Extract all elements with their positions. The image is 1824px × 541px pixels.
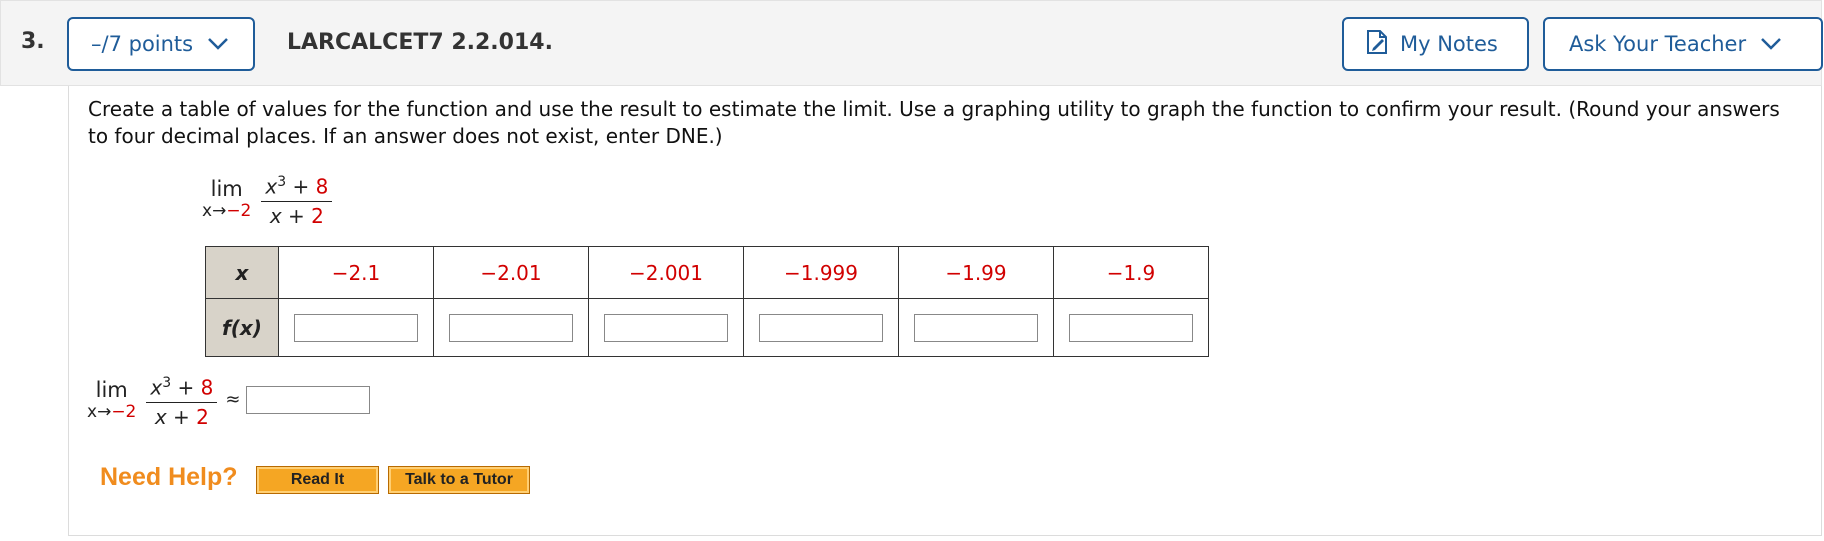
fx-header: f(x): [205, 298, 279, 357]
approx-symbol: ≈: [225, 389, 241, 411]
notes-icon: [1366, 29, 1388, 60]
fx-cell: [743, 298, 899, 357]
numerator: x3 + 8: [261, 170, 333, 202]
fx-cell: [278, 298, 434, 357]
fx-answer-input[interactable]: [449, 313, 573, 342]
lim-word: lim: [95, 377, 128, 402]
read-it-button[interactable]: Read It: [256, 466, 379, 494]
x-value: −2.1: [278, 246, 434, 299]
limit-answer-expression: lim x→−2 x3 + 8 x + 2 ≈: [87, 371, 371, 429]
x-value: −1.99: [898, 246, 1054, 299]
question-header: 3. –/7 points LARCALCET7 2.2.014. My Not…: [0, 0, 1823, 86]
limit-expression: lim x→−2 x3 + 8 x + 2: [202, 170, 333, 228]
numerator: x3 + 8: [146, 371, 218, 403]
x-row: x −2.1 −2.01 −2.001 −1.999 −1.99 −1.9: [205, 246, 1209, 299]
fx-cell: [433, 298, 589, 357]
ask-teacher-label: Ask Your Teacher: [1569, 32, 1747, 56]
fraction: x3 + 8 x + 2: [261, 170, 333, 228]
need-help-label: Need Help?: [100, 463, 238, 491]
instructions: Create a table of values for the functio…: [88, 97, 1780, 148]
chevron-down-icon: [1760, 32, 1782, 56]
talk-to-tutor-button[interactable]: Talk to a Tutor: [388, 466, 530, 494]
question-id: LARCALCET7 2.2.014.: [287, 30, 553, 55]
question-number: 3.: [21, 29, 45, 54]
x-value: −2.001: [588, 246, 744, 299]
values-table: x −2.1 −2.01 −2.001 −1.999 −1.99 −1.9 f(…: [205, 246, 1209, 357]
fx-answer-input[interactable]: [1069, 313, 1193, 342]
fx-answer-input[interactable]: [759, 313, 883, 342]
x-header: x: [205, 246, 279, 299]
x-value: −1.9: [1053, 246, 1209, 299]
my-notes-label: My Notes: [1400, 32, 1498, 56]
lim-word: lim: [210, 176, 243, 201]
fx-answer-input[interactable]: [914, 313, 1038, 342]
points-label: –/7 points: [91, 32, 194, 56]
points-dropdown-button[interactable]: –/7 points: [67, 17, 255, 71]
my-notes-button[interactable]: My Notes: [1342, 17, 1529, 71]
fx-cell: [588, 298, 744, 357]
x-value: −2.01: [433, 246, 589, 299]
denominator: x + 2: [154, 404, 209, 429]
ask-teacher-button[interactable]: Ask Your Teacher: [1543, 17, 1823, 71]
fx-cell: [898, 298, 1054, 357]
fx-answer-input[interactable]: [604, 313, 728, 342]
fx-answer-input[interactable]: [294, 313, 418, 342]
fraction: x3 + 8 x + 2: [146, 371, 218, 429]
fx-row: f(x): [205, 298, 1209, 357]
denominator: x + 2: [269, 203, 324, 228]
limit-subscript: x→−2: [87, 401, 137, 422]
limit-answer-input[interactable]: [246, 385, 371, 414]
limit-subscript: x→−2: [202, 200, 252, 221]
x-value: −1.999: [743, 246, 899, 299]
chevron-down-icon: [207, 32, 229, 56]
fx-cell: [1053, 298, 1209, 357]
